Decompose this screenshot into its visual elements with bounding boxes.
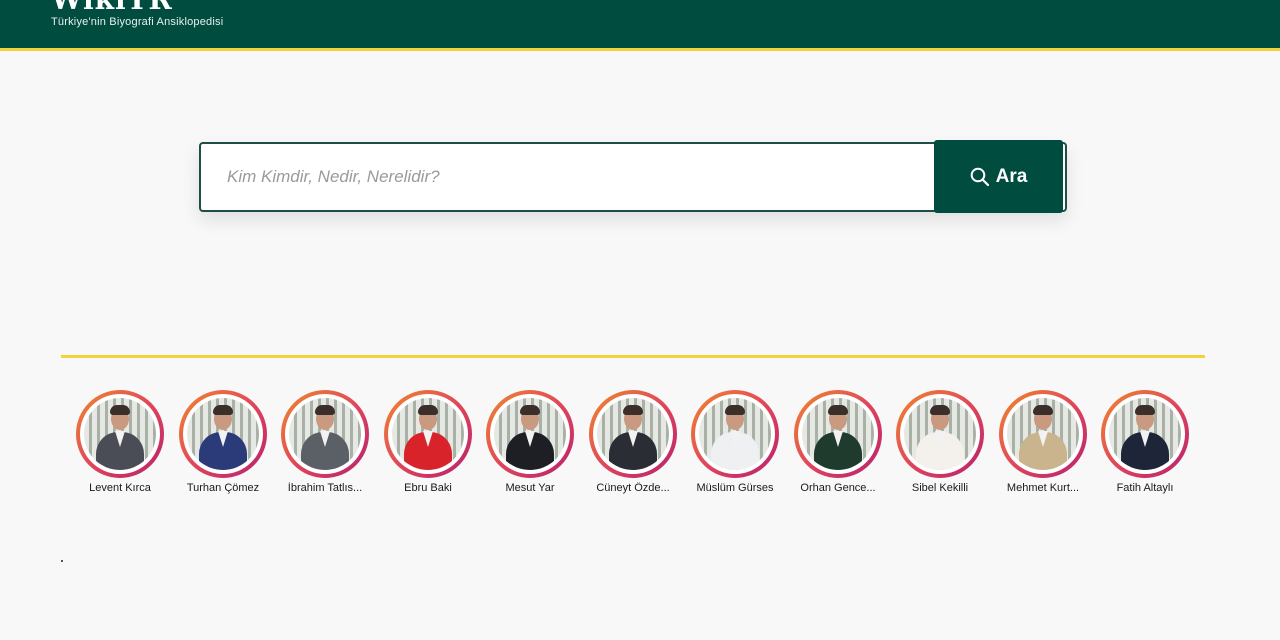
story-ring-inner [388,394,468,474]
story-item[interactable]: Ebru Baki [378,390,478,494]
avatar-figure-part [418,405,438,415]
story-name[interactable]: Cüneyt Özde... [583,482,683,494]
decorative-dot [61,560,63,562]
story-name[interactable]: Ebru Baki [378,482,478,494]
avatar-figure-part [623,405,643,415]
story-ring [486,390,574,478]
story-name[interactable]: Fatih Altaylı [1095,482,1195,494]
story-avatar[interactable] [187,398,259,470]
avatar-figure-part [520,405,540,415]
story-item[interactable]: Orhan Gence... [788,390,888,494]
story-ring [384,390,472,478]
avatar-figure-part [110,405,130,415]
avatar-figure-part [315,405,335,415]
story-ring [794,390,882,478]
story-ring-inner [1105,394,1185,474]
story-item[interactable]: İbrahim Tatlıs... [275,390,375,494]
story-avatar[interactable] [1109,398,1181,470]
story-ring-inner [1003,394,1083,474]
story-ring-inner [900,394,980,474]
story-ring [179,390,267,478]
story-item[interactable]: Turhan Çömez [173,390,273,494]
story-ring [896,390,984,478]
story-item[interactable]: Levent Kırca [70,390,170,494]
story-name[interactable]: Mehmet Kurt... [993,482,1093,494]
site-logo[interactable]: WikiTR [51,0,173,14]
story-name[interactable]: Orhan Gence... [788,482,888,494]
story-name[interactable]: Sibel Kekilli [890,482,990,494]
story-avatar[interactable] [494,398,566,470]
story-avatar[interactable] [289,398,361,470]
story-ring-inner [490,394,570,474]
story-name[interactable]: Turhan Çömez [173,482,273,494]
site-header: WikiTR Türkiye'nin Biyografi Ansiklopedi… [0,0,1280,51]
story-avatar[interactable] [1007,398,1079,470]
story-ring [691,390,779,478]
avatar-figure-part [725,405,745,415]
search-icon [970,167,990,187]
search-button-label: Ara [995,165,1028,187]
story-ring [281,390,369,478]
section-divider [61,355,1205,358]
story-item[interactable]: Fatih Altaylı [1095,390,1195,494]
story-ring [589,390,677,478]
story-avatar[interactable] [84,398,156,470]
story-ring-inner [285,394,365,474]
avatar-figure-part [213,405,233,415]
avatar-figure-part [828,405,848,415]
story-avatar[interactable] [699,398,771,470]
avatar-figure-part [930,405,950,415]
story-item[interactable]: Müslüm Gürses [685,390,785,494]
story-ring-inner [80,394,160,474]
story-ring-inner [798,394,878,474]
story-ring-inner [695,394,775,474]
story-name[interactable]: Müslüm Gürses [685,482,785,494]
avatar-figure-part [1135,405,1155,415]
story-avatar[interactable] [904,398,976,470]
search-button[interactable]: Ara [934,140,1063,213]
story-ring [76,390,164,478]
story-ring-inner [593,394,673,474]
site-tagline: Türkiye'nin Biyografi Ansiklopedisi [51,16,224,28]
story-item[interactable]: Mehmet Kurt... [993,390,1093,494]
story-item[interactable]: Cüneyt Özde... [583,390,683,494]
story-list: Levent Kırca Turhan Çömez İbrahim Tatlıs..… [0,390,1280,510]
story-avatar[interactable] [597,398,669,470]
avatar-figure-part [1033,405,1053,415]
search-input[interactable] [201,144,935,210]
story-name[interactable]: İbrahim Tatlıs... [275,482,375,494]
story-name[interactable]: Mesut Yar [480,482,580,494]
story-ring [1101,390,1189,478]
story-avatar[interactable] [392,398,464,470]
story-ring [999,390,1087,478]
story-item[interactable]: Mesut Yar [480,390,580,494]
story-name[interactable]: Levent Kırca [70,482,170,494]
story-ring-inner [183,394,263,474]
story-avatar[interactable] [802,398,874,470]
story-item[interactable]: Sibel Kekilli [890,390,990,494]
